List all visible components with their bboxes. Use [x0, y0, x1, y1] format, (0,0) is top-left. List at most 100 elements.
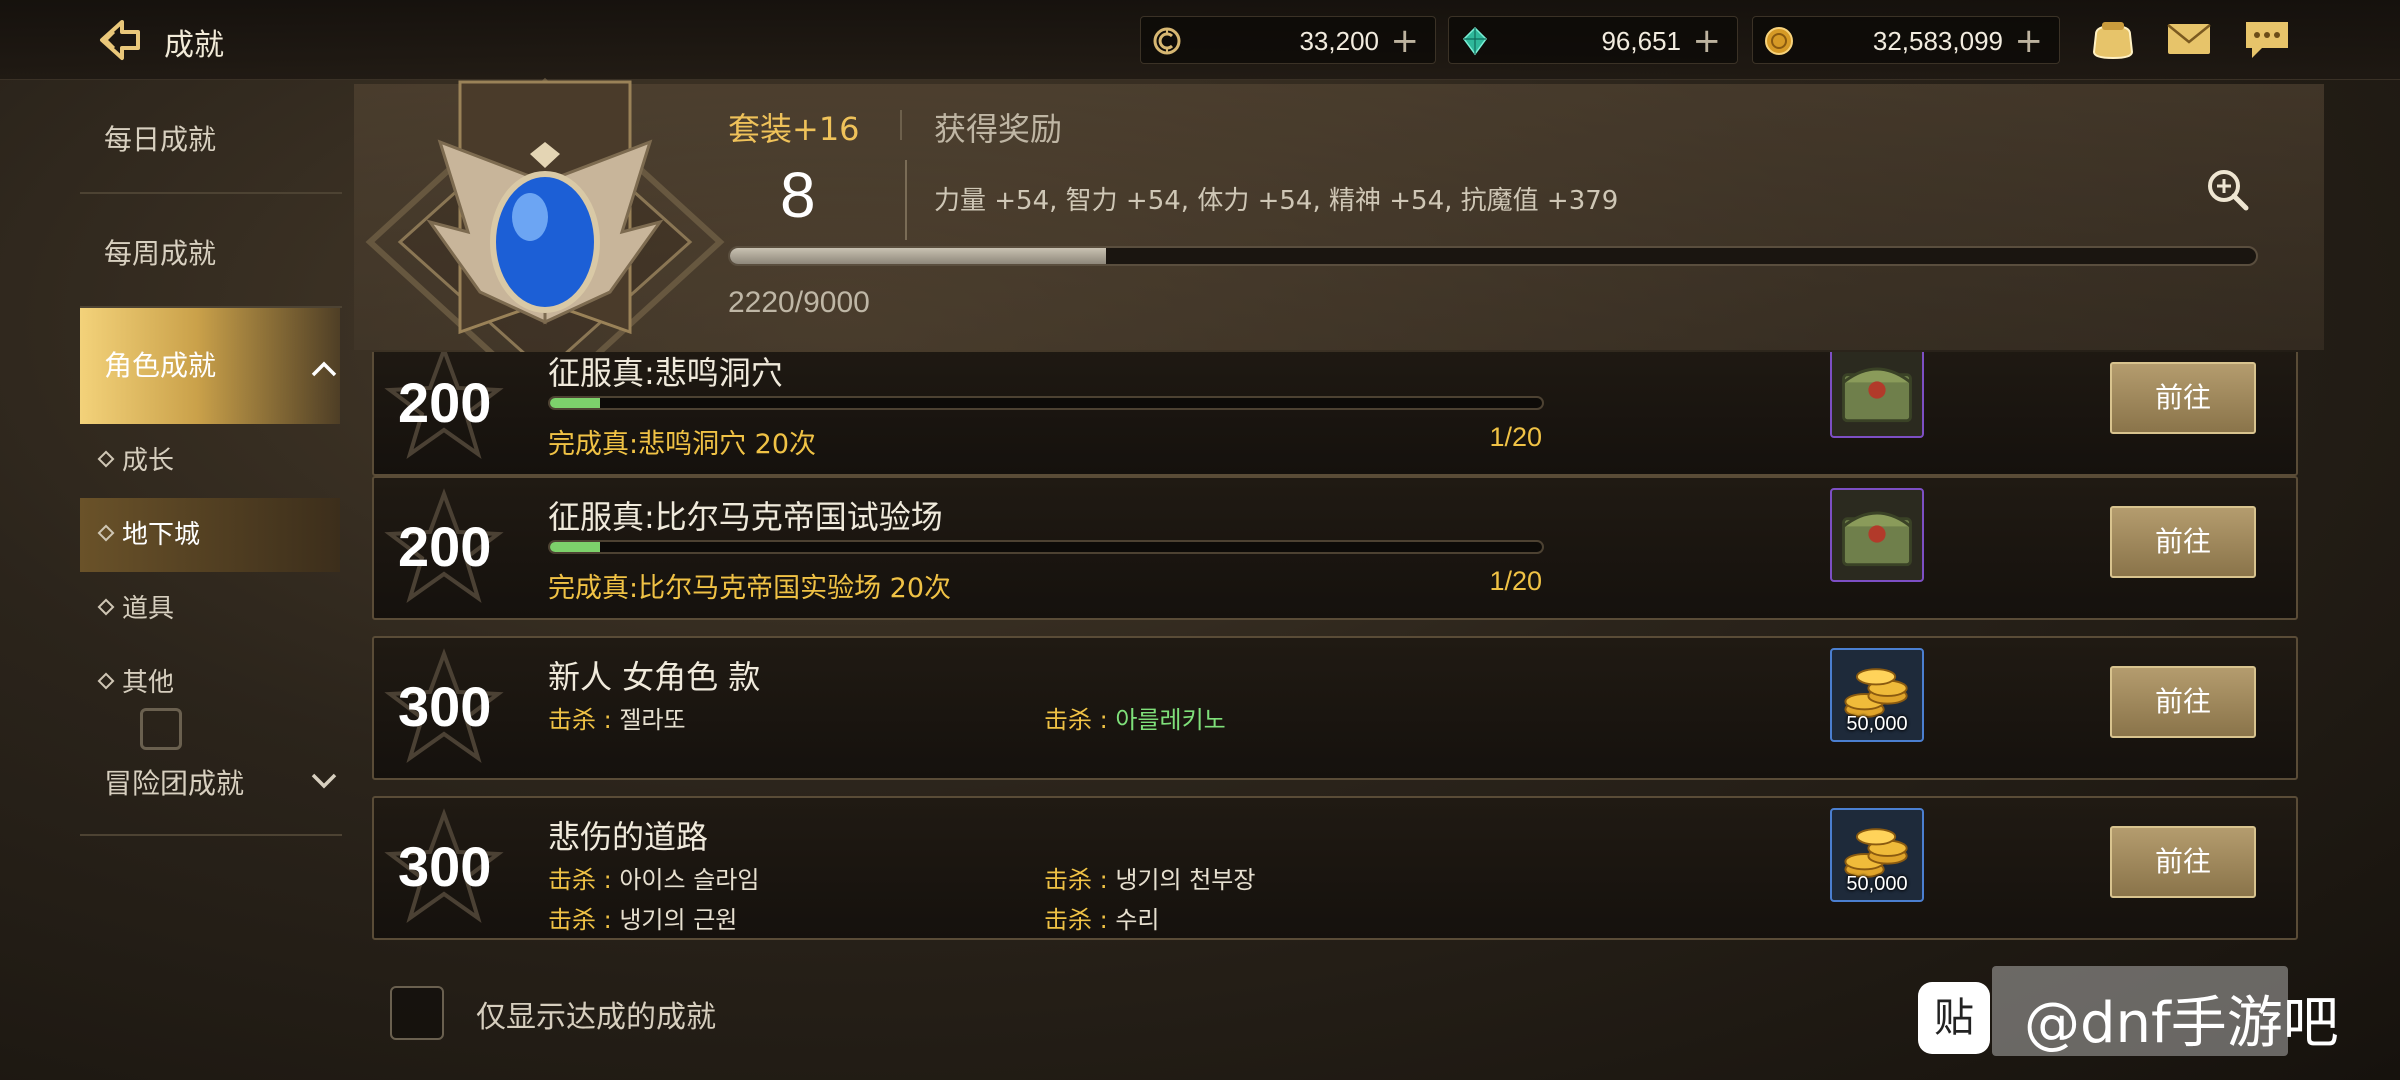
achievement-name: 征服真:比尔马克帝国试验场	[548, 498, 943, 536]
top-bar: 成就 33,200 + 96,651 + 32,583,099 +	[0, 0, 2400, 80]
sidebar-sub-dungeon[interactable]: 地下城	[80, 498, 340, 572]
kill-target: 击杀 : 아이스 슬라임	[548, 860, 759, 895]
chat-icon[interactable]	[2242, 16, 2292, 62]
sidebar-sub-items[interactable]: 道具	[80, 572, 340, 646]
kill-target: 击杀 : 냉기의 근원	[548, 900, 737, 935]
achievement-row: 300 悲伤的道路 击杀 : 아이스 슬라임 击杀 : 냉기의 천부장 击杀 :…	[372, 796, 2298, 940]
mail-icon[interactable]	[2164, 16, 2214, 62]
kill-label: 击杀 :	[1044, 906, 1116, 934]
achievement-count: 1/20	[1489, 422, 1542, 452]
divider	[80, 834, 342, 836]
achievement-list[interactable]: 200 征服真:悲鸣洞穴 完成真:悲鸣洞穴 20次 1/20 前往 200 征服…	[372, 352, 2298, 940]
add-gem-button[interactable]: +	[1693, 21, 1722, 61]
achievement-points: 300	[398, 675, 492, 738]
sidebar-sub-growth[interactable]: 成长	[80, 424, 340, 498]
show-completed-checkbox[interactable]	[390, 986, 444, 1040]
reward-chest-item[interactable]	[1830, 488, 1924, 582]
divider	[80, 192, 342, 194]
coin-c-icon	[1153, 27, 1181, 55]
currency-coin-c: 33,200 +	[1140, 16, 1436, 64]
achievement-points: 300	[398, 835, 492, 898]
achievement-points: 200	[398, 515, 492, 578]
achievement-row: 200 征服真:悲鸣洞穴 完成真:悲鸣洞穴 20次 1/20 前往	[372, 352, 2298, 476]
go-button[interactable]: 前往	[2110, 826, 2256, 898]
achievement-row: 200 征服真:比尔马克帝国试验场 完成真:比尔马克帝国实验场 20次 1/20…	[372, 476, 2298, 620]
achievement-condition: 完成真:悲鸣洞穴 20次	[548, 429, 817, 460]
kill-label: 击杀 :	[1044, 866, 1116, 894]
achievement-progress-fill	[550, 398, 600, 408]
sidebar-item-daily[interactable]: 每日成就	[80, 118, 340, 158]
sidebar-item-adventure[interactable]: 冒险团成就	[80, 762, 340, 802]
kill-target: 击杀 : 냉기의 천부장	[1044, 860, 1255, 895]
achievement-progress-fill	[550, 542, 600, 552]
gold-coin-icon	[1765, 27, 1793, 55]
diamond-icon	[97, 524, 115, 541]
kill-target-name: 아이스 슬라임	[619, 866, 760, 894]
achievement-level: 8	[780, 159, 816, 231]
sidebar-item-weekly[interactable]: 每周成就	[80, 232, 340, 272]
show-completed-label: 仅显示达成的成就	[476, 1000, 716, 1035]
level-progress-bar	[728, 246, 2258, 266]
achievement-progress-bar	[548, 540, 1544, 554]
add-gold-button[interactable]: +	[2015, 21, 2044, 61]
sidebar: 每日成就 每周成就 角色成就 成长 地下城 道具 其他 冒险团成就	[80, 80, 342, 840]
kill-target: 击杀 : 젤라또	[548, 700, 686, 735]
zoom-in-icon[interactable]	[2204, 166, 2252, 214]
tab-set-bonus[interactable]: 套装+16	[728, 104, 860, 150]
kill-target-name: 냉기의 근원	[619, 906, 738, 934]
kill-target-name: 수리	[1115, 906, 1160, 934]
add-coin-c-button[interactable]: +	[1391, 21, 1420, 61]
currency-gold: 32,583,099 +	[1752, 16, 2060, 64]
sidebar-item-character-label: 角色成就	[104, 349, 217, 382]
go-button[interactable]: 前往	[2110, 362, 2256, 434]
sidebar-sub-other[interactable]: 其他	[80, 646, 340, 720]
reward-gold-item[interactable]: 50,000	[1830, 648, 1924, 742]
diamond-icon	[97, 598, 115, 615]
reward-chest-item[interactable]	[1830, 352, 1924, 438]
achievement-condition: 完成真:比尔马克帝国实验场 20次	[548, 573, 952, 604]
currency-gem-value: 96,651	[1601, 26, 1681, 56]
divider	[905, 160, 907, 240]
currency-gold-value: 32,583,099	[1872, 26, 2003, 56]
achievement-points: 200	[398, 371, 492, 434]
sidebar-sub-dungeon-label: 地下城	[122, 520, 201, 550]
kill-label: 击杀 :	[548, 706, 620, 734]
level-progress-fill	[730, 248, 1107, 264]
back-arrow-icon	[100, 20, 140, 60]
kill-target-name: 아를레키노	[1115, 706, 1226, 734]
treasure-chest-icon	[1842, 367, 1912, 423]
kill-label: 击杀 :	[548, 866, 620, 894]
back-button[interactable]	[92, 14, 148, 66]
sidebar-sub-other-label: 其他	[122, 668, 175, 698]
achievement-name: 悲伤的道路	[548, 818, 709, 856]
level-progress-text: 2220/9000	[728, 286, 870, 319]
currency-coin-c-value: 33,200	[1299, 26, 1379, 56]
treasure-chest-icon	[1842, 511, 1912, 567]
sidebar-item-character[interactable]: 角色成就	[80, 308, 340, 424]
diamond-icon	[97, 672, 115, 689]
coin-purse-icon[interactable]	[2088, 16, 2138, 62]
achievement-progress-bar	[548, 396, 1544, 410]
kill-label: 击杀 :	[1044, 706, 1116, 734]
sidebar-sub-items-label: 道具	[122, 594, 175, 624]
gem-icon	[1463, 26, 1487, 56]
sidebar-sub-growth-label: 成长	[122, 446, 175, 476]
kill-target: 击杀 : 수리	[1044, 900, 1160, 935]
kill-target-name: 젤라또	[619, 706, 686, 734]
go-button[interactable]: 前往	[2110, 506, 2256, 578]
page-title: 成就	[164, 28, 224, 63]
reward-gold-item[interactable]: 50,000	[1830, 808, 1924, 902]
reward-quantity: 50,000	[1846, 713, 1908, 735]
achievement-name: 新人 女角色 款	[548, 658, 761, 696]
go-button[interactable]: 前往	[2110, 666, 2256, 738]
kill-target: 击杀 : 아를레키노	[1044, 700, 1226, 735]
level-emblem-icon	[365, 77, 725, 362]
achievement-count: 1/20	[1489, 566, 1542, 596]
small-square-icon	[140, 708, 182, 750]
chevron-up-icon	[311, 361, 337, 377]
divider	[900, 110, 902, 140]
chevron-down-icon[interactable]	[310, 772, 338, 790]
tieba-logo-icon: 贴	[1918, 982, 1990, 1054]
kill-label: 击杀 :	[548, 906, 620, 934]
tab-get-reward[interactable]: 获得奖励	[934, 104, 1062, 150]
